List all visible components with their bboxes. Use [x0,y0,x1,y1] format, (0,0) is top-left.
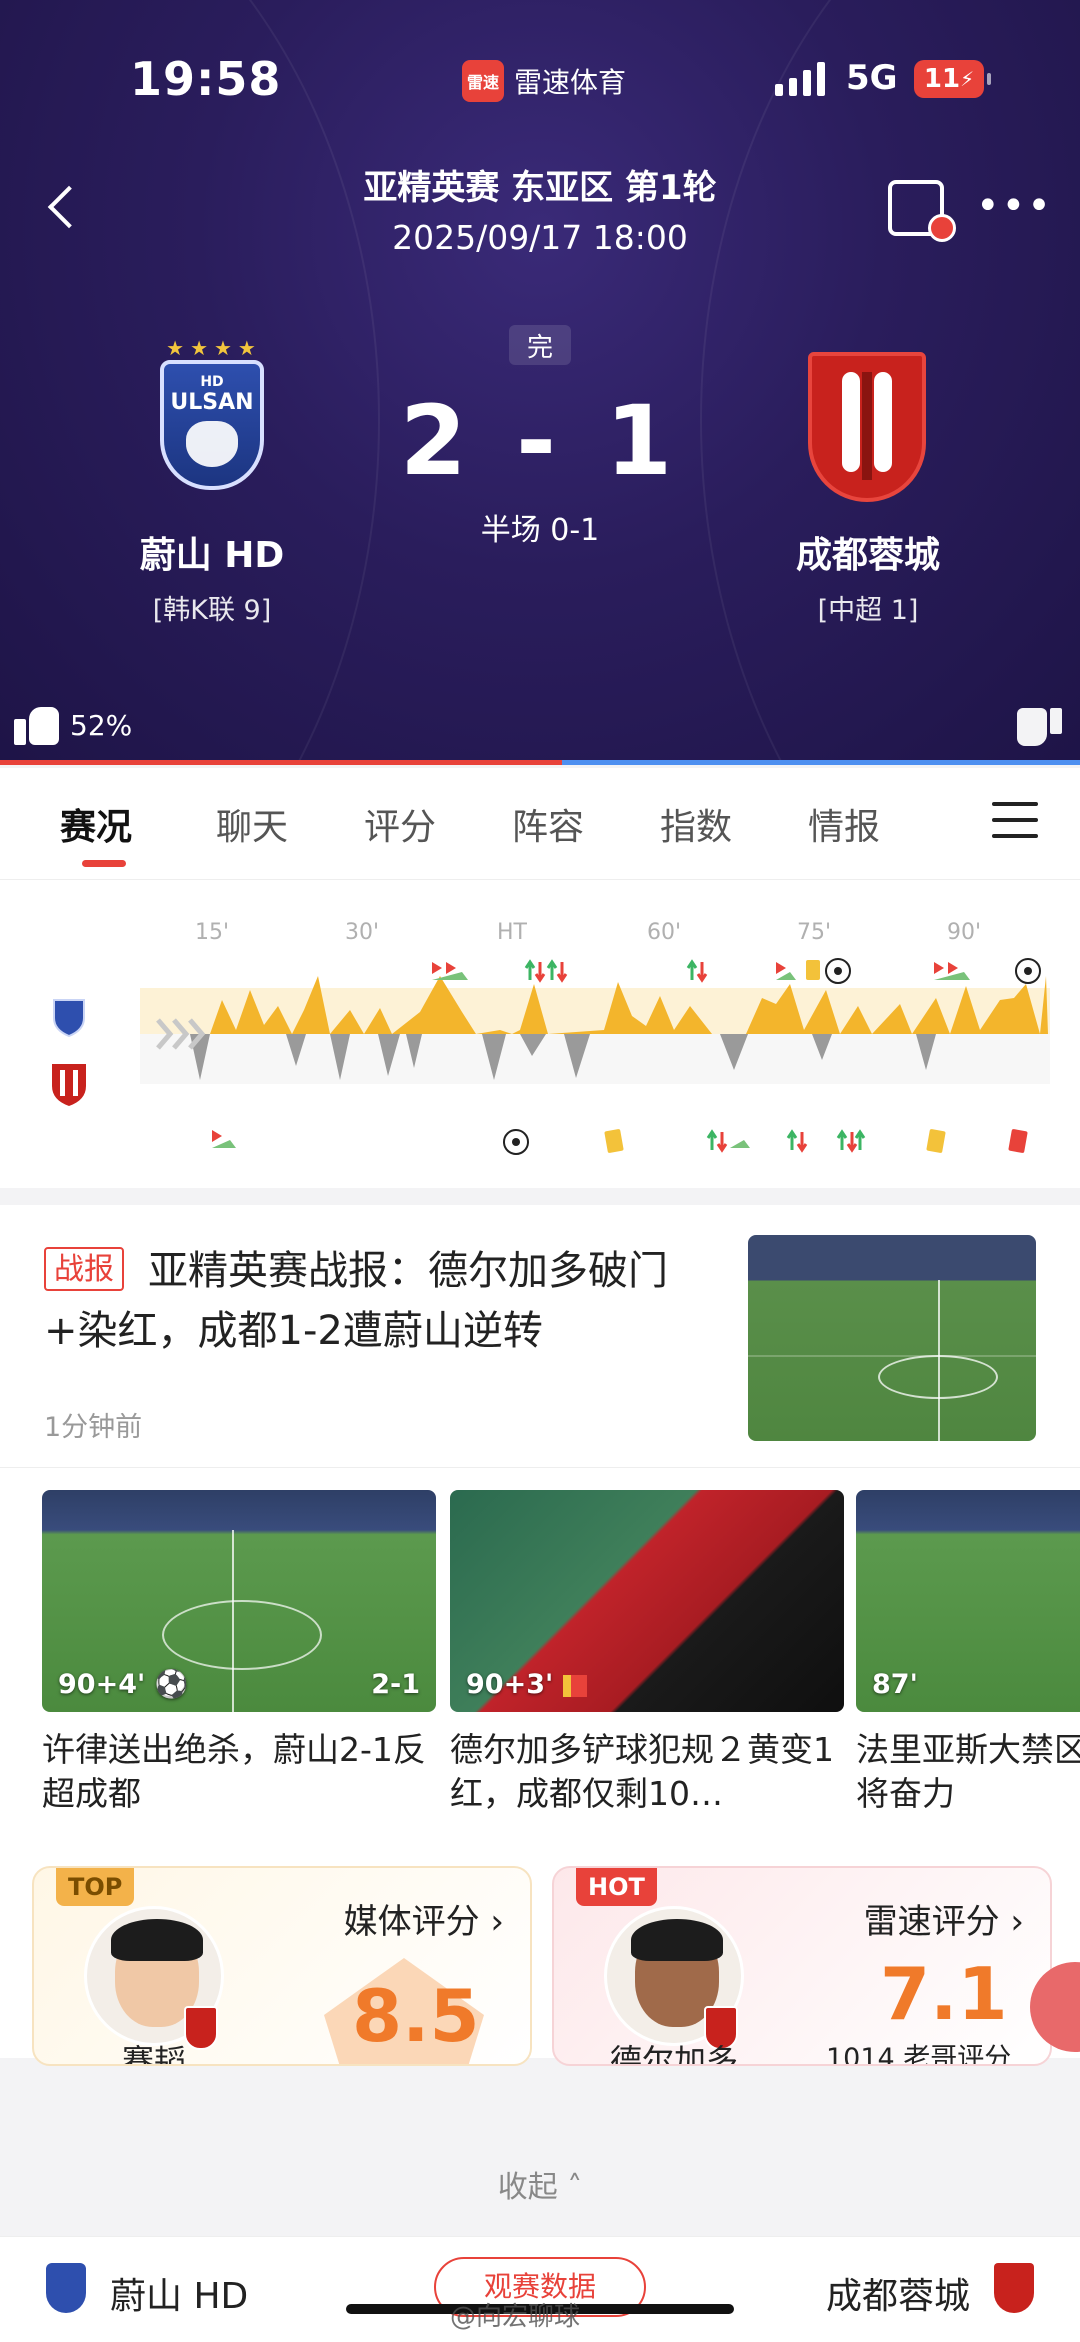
tab-lineup[interactable]: 阵容 [512,798,584,850]
red-card-icon [1008,1129,1028,1153]
leisu-rating-card[interactable]: HOT 德尔加多 雷速评分 › 7.1 1014 老哥评分 [552,1866,1052,2066]
news-thumbnail[interactable] [748,1235,1036,1441]
app-logo-icon: 雷速 [462,60,504,102]
video-result: 2-1 [371,1669,420,1700]
media-rating-value: 8.5 [352,1974,480,2058]
top-badge: TOP [56,1868,135,1906]
video-title[interactable]: 许律送出绝杀，蔚山2-1反超成都 [42,1728,436,1816]
home-support[interactable]: 52% [14,705,132,745]
media-rating-label[interactable]: 媒体评分 › [344,1894,504,1943]
tab-chat[interactable]: 聊天 [216,798,288,850]
video-thumbnail[interactable]: 90+4' ⚽ 2-1 [42,1490,436,1712]
thumbs-up-icon [14,705,60,745]
support-bar-away [561,760,1080,765]
battery-icon: 11 ⚡ [914,60,991,98]
corner-flags-icon [776,962,796,980]
home-events [432,958,1041,984]
video-title[interactable]: 法里亚斯大禁区抽射，门将奋力 [856,1728,1080,1816]
network-label: 5G [846,58,898,98]
match-status-badge: 完 [509,325,571,365]
news-time: 1分钟前 [44,1412,143,1443]
substitution-icon [524,959,568,983]
stars-icon: ★★★★ [166,336,262,360]
home-support-percent: 52% [70,708,133,742]
yellow-card-icon [806,960,820,980]
tab-bar: 赛况 聊天 评分 阵容 指数 情报 [0,768,1080,880]
match-detail-page: 19:58 雷速 雷速体育 5G 11 ⚡ 亚精英赛 东亚区 第1轮 2025/0… [0,0,1080,2342]
ratings-section: TOP 蹇韬 媒体评分 › 8.5 HOT 德尔加多 雷速评分 › 7.1 10… [0,1830,1080,2066]
clock: 19:58 [130,52,282,106]
video-card[interactable]: 90+3' 德尔加多铲球犯规２黄变1红，成都仅剩10… [450,1490,844,1816]
substitution-icon [836,1129,866,1153]
minute-label: HT [497,920,528,945]
news-card[interactable]: 亚精英赛战报：德尔加多破门+染红，成都1-2遭蔚山逆转 战报 1分钟前 [0,1205,1080,1467]
video-minute: 87' [872,1669,918,1700]
momentum-chart: 15' 30' HT 60' 75' 90' [52,920,1050,1155]
momentum-timeline[interactable]: 15' 30' HT 60' 75' 90' [0,880,1080,1188]
video-thumbnail[interactable]: 90+3' [450,1490,844,1712]
thumbs-down-icon[interactable] [1016,708,1062,748]
tab-overview[interactable]: 赛况 [60,798,132,850]
cast-icon[interactable] [888,180,956,242]
match-header: 19:58 雷速 雷速体育 5G 11 ⚡ 亚精英赛 东亚区 第1轮 2025/0… [0,0,1080,765]
signal-icon [775,62,825,96]
minute-label: 15' [195,920,229,945]
minute-label: 60' [647,920,681,945]
substitution-icon [706,1129,750,1153]
yellow-card-icon [926,1129,946,1153]
bottom-home-name: 蔚山 HD [110,2276,249,2317]
player-name: 蹇韬 [121,2042,186,2066]
menu-icon[interactable] [992,802,1038,840]
chengdu-crest-icon [808,352,926,502]
highlight-videos: 90+4' ⚽ 2-1 许律送出绝杀，蔚山2-1反超成都 90+3' 德尔加多铲… [0,1467,1080,1830]
video-thumbnail[interactable]: 87' [856,1490,1080,1712]
away-team-name: 成都蓉城 [795,535,940,576]
status-bar: 19:58 雷速 雷速体育 5G 11 ⚡ [0,0,1080,160]
hot-badge: HOT [576,1868,657,1906]
home-crest-mini-icon [53,999,85,1038]
media-rating-card[interactable]: TOP 蹇韬 媒体评分 › 8.5 [32,1866,532,2066]
leisu-rating-value: 7.1 [880,1952,1008,2036]
chengdu-crest-icon [994,2263,1034,2313]
substitution-icon [686,959,708,983]
minute-label: 90' [947,920,981,945]
app-indicator: 雷速 雷速体育 [462,60,626,102]
watermark: @向宏聊球 [450,2302,581,2332]
news-headline[interactable]: 亚精英赛战报：德尔加多破门+染红，成都1-2遭蔚山逆转 [44,1241,704,1361]
video-minute: 90+4' ⚽ [58,1669,189,1700]
minute-label: 30' [345,920,379,945]
away-band [140,1034,1050,1084]
video-card[interactable]: 90+4' ⚽ 2-1 许律送出绝杀，蔚山2-1反超成都 [42,1490,436,1816]
collapse-button[interactable]: 收起 ˄ [0,2162,1080,2206]
bottom-away-name: 成都蓉城 [825,2276,970,2317]
minute-label: 75' [797,920,831,945]
away-team[interactable]: 成都蓉城 [中超 1] [748,352,988,627]
video-card[interactable]: 87' 法里亚斯大禁区抽射，门将奋力 [856,1490,1080,1816]
corner-flags-icon [934,962,970,980]
away-team-league: [中超 1] [817,595,919,626]
more-options-icon[interactable]: ••• [976,186,1053,226]
ulsan-crest-icon [46,2263,86,2313]
tab-intel[interactable]: 情报 [808,798,880,850]
rating-count: 1014 老哥评分 [826,2043,1012,2066]
battery-level: 11 [923,64,961,94]
away-crest-mini-icon [52,1064,86,1106]
away-events [212,1129,1028,1155]
corner-flags-icon [432,962,468,980]
tab-active-indicator [82,860,126,867]
video-title[interactable]: 德尔加多铲球犯规２黄变1红，成都仅剩10… [450,1728,844,1816]
player-name: 德尔加多 [609,2042,738,2066]
substitution-icon [786,1129,808,1153]
tab-rating[interactable]: 评分 [364,798,436,850]
support-bar-home [0,760,562,765]
app-name: 雷速体育 [514,66,627,99]
home-team-league: [韩K联 9] [152,595,272,626]
leisu-rating-label[interactable]: 雷速评分 › [864,1894,1024,1943]
news-tag: 战报 [44,1247,124,1291]
support-bar [0,760,1080,765]
tab-odds[interactable]: 指数 [660,798,732,850]
corner-flags-icon [212,1130,236,1148]
video-minute: 90+3' [466,1669,587,1700]
yellow-card-icon [604,1129,624,1153]
